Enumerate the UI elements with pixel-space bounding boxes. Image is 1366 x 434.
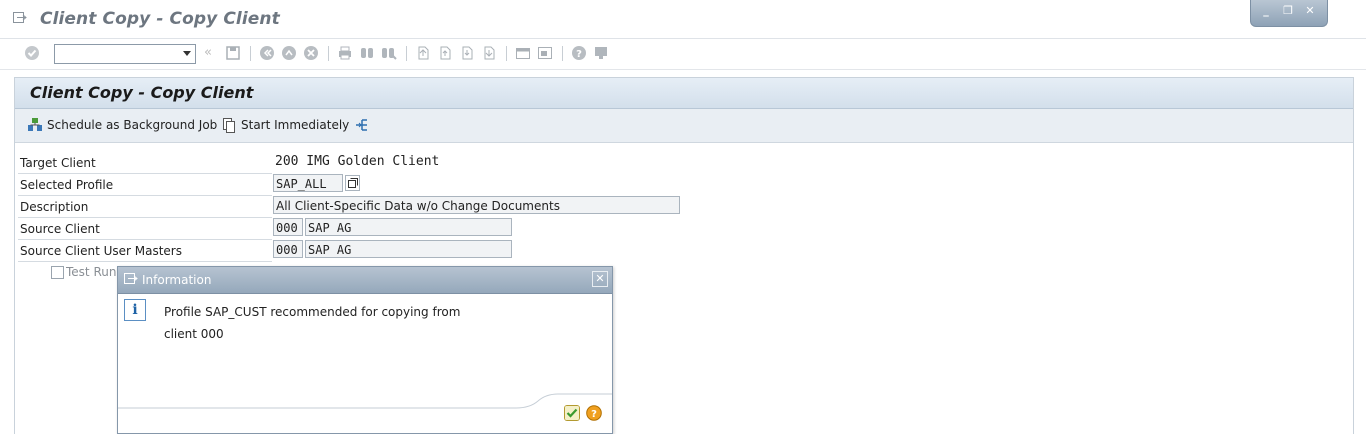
help-icon[interactable]: ? [571, 45, 587, 61]
double-chevron-left-icon: « [204, 45, 212, 60]
application-toolbar: Schedule as Background Job Start Immedia… [15, 109, 1353, 143]
separator [506, 46, 507, 61]
start-label: Start Immediately [241, 118, 350, 132]
page-title: Client Copy - Copy Client [30, 83, 254, 102]
user-masters-code-field[interactable]: 000 [273, 240, 303, 258]
panel-header: Client Copy - Copy Client [15, 78, 1353, 109]
test-run-checkbox[interactable] [51, 266, 64, 279]
separator [250, 46, 251, 61]
description-field[interactable]: All Client-Specific Data w/o Change Docu… [273, 196, 680, 214]
target-client-row: Target Client [18, 152, 272, 174]
source-client-label: Source Client [20, 222, 100, 236]
create-session-icon[interactable] [515, 45, 531, 61]
enter-icon[interactable] [24, 45, 40, 61]
previous-page-icon[interactable] [437, 45, 453, 61]
source-client-row: Source Client [18, 218, 272, 240]
shortcut-icon[interactable] [537, 45, 553, 61]
information-dialog: Information ✕ i Profile SAP_CUST recomme… [117, 266, 613, 434]
info-icon: i [124, 299, 146, 321]
source-client-user-masters-row: Source Client User Masters [18, 240, 272, 262]
dialog-menu-icon[interactable] [124, 273, 138, 285]
separator [328, 46, 329, 61]
close-button[interactable]: ✕ [1303, 4, 1317, 18]
hierarchy-button[interactable] [355, 116, 371, 134]
next-page-icon[interactable] [459, 45, 475, 61]
schedule-label: Schedule as Background Job [47, 118, 218, 132]
command-field[interactable] [54, 44, 196, 64]
schedule-background-job-button[interactable]: Schedule as Background Job [27, 116, 217, 134]
user-masters-name-field[interactable]: SAP AG [305, 240, 512, 258]
restore-button[interactable]: ❐ [1281, 4, 1295, 18]
title-bar: Client Copy - Copy Client _ ❐ ✕ [0, 0, 1366, 39]
hierarchy-icon [356, 119, 367, 131]
window-title: Client Copy - Copy Client [40, 9, 280, 29]
save-icon[interactable] [225, 45, 241, 61]
selected-profile-field[interactable]: SAP_ALL [273, 174, 343, 192]
separator [562, 46, 563, 61]
source-client-code-field[interactable]: 000 [273, 218, 303, 236]
find-icon[interactable] [359, 45, 375, 61]
standard-toolbar: « ? [0, 39, 1366, 70]
menu-icon[interactable] [13, 12, 27, 24]
dialog-close-button[interactable]: ✕ [592, 271, 608, 287]
source-client-user-masters-label: Source Client User Masters [20, 244, 182, 258]
svg-text:?: ? [591, 409, 597, 420]
last-page-icon[interactable] [481, 45, 497, 61]
minimize-button[interactable]: _ [1259, 4, 1273, 18]
first-page-icon[interactable] [415, 45, 431, 61]
back-icon[interactable] [259, 45, 275, 61]
separator [406, 46, 407, 61]
dialog-message-line1: Profile SAP_CUST recommended for copying… [164, 305, 461, 319]
description-label: Description [20, 200, 89, 214]
find-next-icon[interactable] [381, 45, 397, 61]
dialog-message-line2: client 000 [164, 327, 224, 341]
selected-profile-label: Selected Profile [20, 178, 114, 192]
chevron-down-icon[interactable] [183, 51, 191, 56]
source-client-name-field[interactable]: SAP AG [305, 218, 512, 236]
document-icon [223, 118, 235, 133]
target-client-value: 200 IMG Golden Client [275, 154, 440, 169]
cancel-icon[interactable] [303, 45, 319, 61]
confirm-button[interactable] [564, 405, 580, 421]
selected-profile-row: Selected Profile [18, 174, 272, 196]
exit-icon[interactable] [281, 45, 297, 61]
help-button[interactable]: ? [586, 405, 602, 421]
svg-text:?: ? [576, 49, 582, 60]
description-row: Description [18, 196, 272, 218]
background-job-icon [28, 118, 42, 131]
print-icon[interactable] [337, 45, 353, 61]
dialog-header: Information ✕ [118, 267, 612, 294]
test-run-label: Test Run [66, 265, 117, 279]
dialog-title: Information [142, 273, 212, 287]
layout-icon[interactable] [593, 45, 609, 61]
dialog-footer-divider [118, 393, 612, 409]
target-client-label: Target Client [20, 156, 96, 170]
window-controls: _ ❐ ✕ [1250, 0, 1328, 27]
value-help-icon[interactable] [345, 175, 360, 191]
start-immediately-button[interactable]: Start Immediately [221, 116, 349, 134]
